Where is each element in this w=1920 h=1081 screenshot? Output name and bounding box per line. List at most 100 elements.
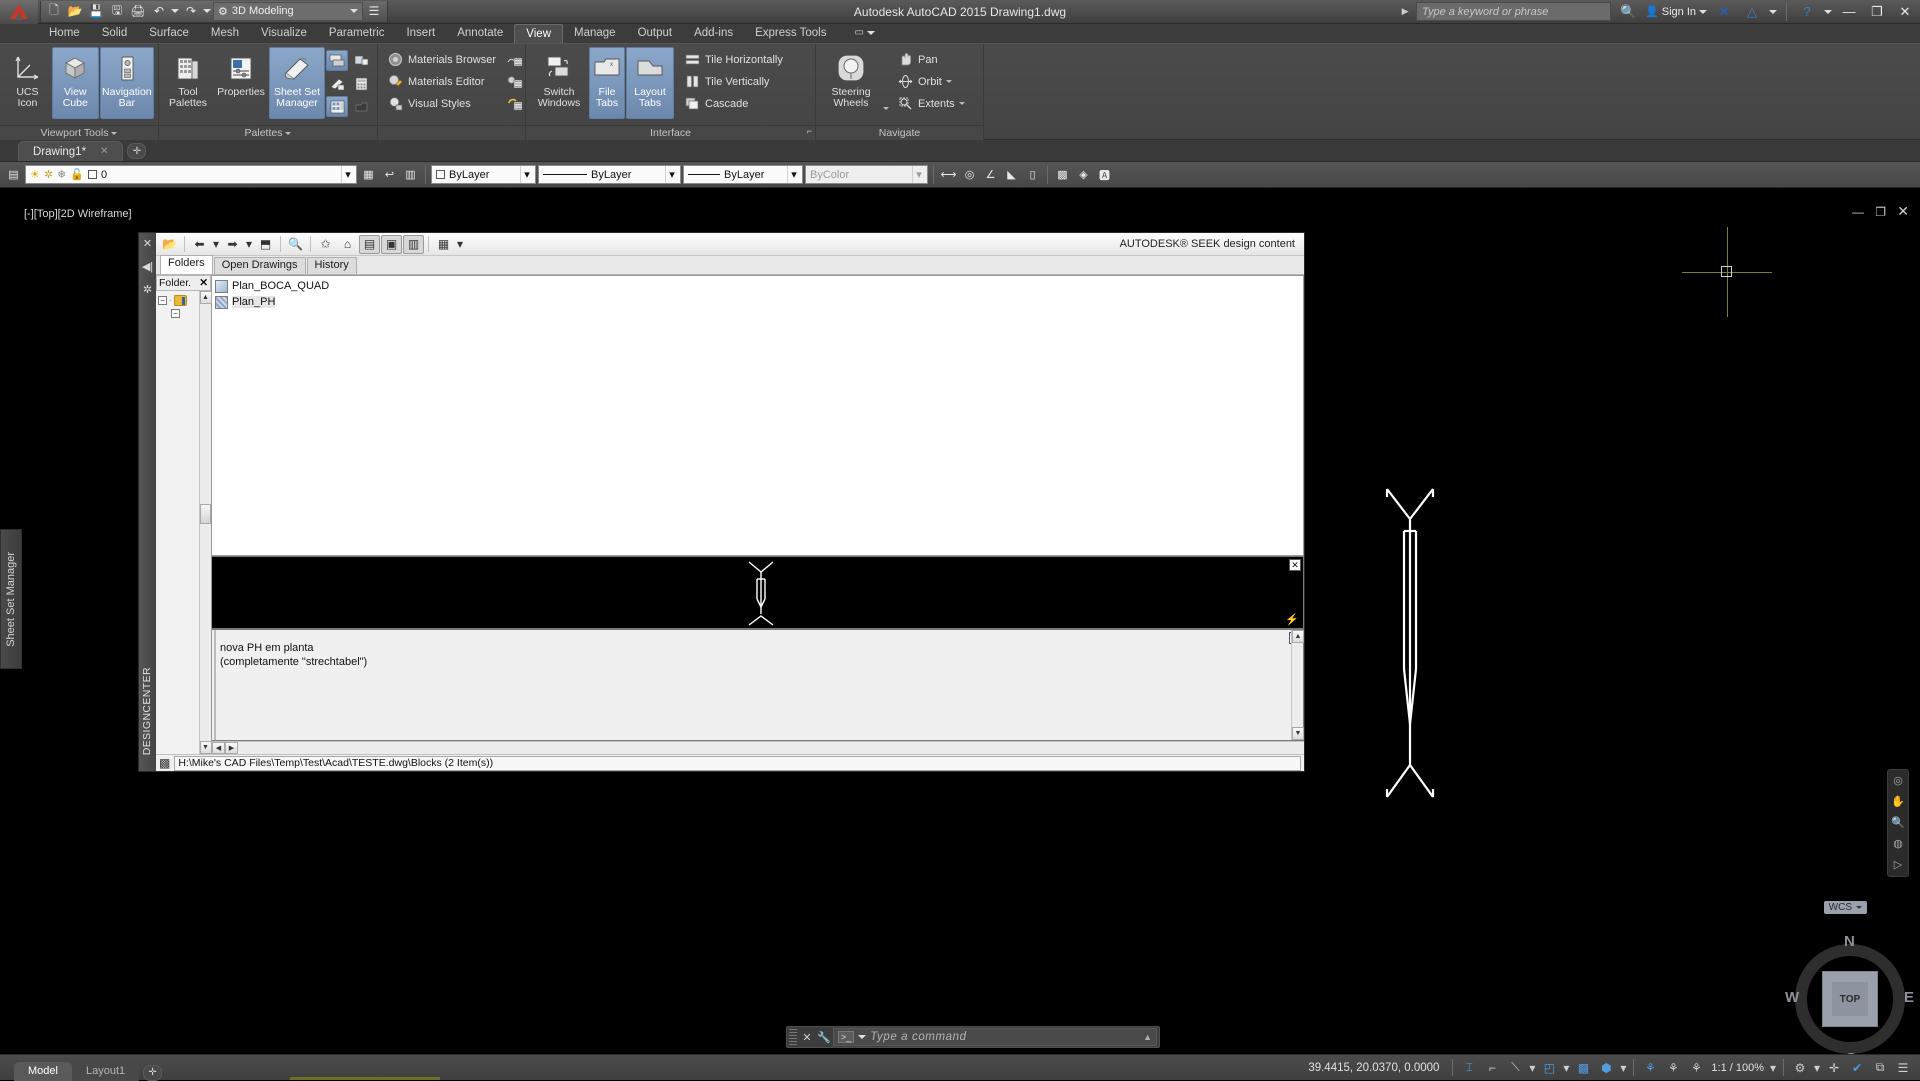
infer-constraints-icon[interactable]: ⌶ <box>1458 1057 1480 1079</box>
content-explorer-icon[interactable] <box>350 96 372 117</box>
close-icon[interactable]: ✕ <box>100 146 108 157</box>
chevron-down-icon[interactable] <box>1824 9 1832 14</box>
layout-tabs-button[interactable]: Layout Tabs <box>626 47 674 119</box>
view-cube-body[interactable]: TOP <box>1822 971 1878 1027</box>
tab-open-drawings[interactable]: Open Drawings <box>213 257 306 274</box>
designcenter-icon[interactable] <box>326 96 348 117</box>
tool-palettes-button[interactable]: Tool Palettes <box>163 47 213 119</box>
coordinates-display[interactable]: 39.4415, 20.0370, 0.0000 <box>1300 1062 1447 1074</box>
description-toggle-icon[interactable]: ▥ <box>403 234 424 254</box>
new-tab-button[interactable]: ✛ <box>127 143 147 159</box>
layer-properties-icon[interactable]: ▤ <box>4 165 23 185</box>
3d-object-snap-icon[interactable]: ⬢ <box>1595 1057 1617 1079</box>
forward-icon[interactable]: ➡ <box>222 235 243 254</box>
ribbon-tab-manage[interactable]: Manage <box>563 24 627 43</box>
object-snap-icon[interactable]: ▩ <box>1572 1057 1594 1079</box>
tab-history[interactable]: History <box>306 257 357 274</box>
dimension-update-icon[interactable]: ▯ <box>1023 165 1042 185</box>
viewport-minimize-icon[interactable]: — <box>1852 205 1864 219</box>
sun-status-icon[interactable] <box>504 93 526 114</box>
annotation-scale-value[interactable]: 1:1 / 100% <box>1708 1062 1767 1074</box>
scroll-right-button[interactable]: ▶ <box>225 742 238 754</box>
ribbon-tab-visualize[interactable]: Visualize <box>250 24 318 43</box>
view-cube[interactable]: N E S W TOP <box>1780 929 1920 1069</box>
close-icon[interactable]: ✕ <box>799 1031 815 1044</box>
layer-states-icon[interactable]: ▥ <box>401 165 420 185</box>
viewport-label[interactable]: [-][Top][2D Wireframe] <box>24 208 132 220</box>
cascade-button[interactable]: Cascade <box>681 93 788 114</box>
linear-dimension-icon[interactable]: ⟷ <box>939 165 958 185</box>
radius-dimension-icon[interactable]: ◎ <box>960 165 979 185</box>
favorites-icon[interactable]: ✩ <box>315 235 336 254</box>
undo-icon[interactable]: ↶ <box>149 2 169 21</box>
drag-handle[interactable] <box>789 1029 797 1045</box>
chevron-down-icon[interactable] <box>1769 9 1777 14</box>
view-cube-button[interactable]: View Cube <box>51 47 99 119</box>
panel-title-palettes[interactable]: Palettes <box>159 125 377 140</box>
freeze-icon[interactable]: ✲ <box>44 168 53 181</box>
search-icon[interactable]: 🔍 <box>1617 2 1639 22</box>
color-combo[interactable]: ByLayer ▾ <box>431 165 536 184</box>
compass-west-label[interactable]: W <box>1785 989 1799 1006</box>
ribbon-tab-home[interactable]: Home <box>38 24 91 43</box>
compass-north-label[interactable]: N <box>1844 933 1855 950</box>
chevron-up-icon[interactable]: ▲ <box>1143 1032 1152 1042</box>
ribbon-tab-solid[interactable]: Solid <box>91 24 139 43</box>
collapse-icon[interactable]: − <box>158 296 167 305</box>
panel-title-viewport-tools[interactable]: Viewport Tools <box>0 125 158 140</box>
ribbon-tab-parametric[interactable]: Parametric <box>318 24 396 43</box>
ribbon-tab-insert[interactable]: Insert <box>395 24 446 43</box>
chevron-down-icon[interactable] <box>945 80 952 83</box>
search-icon[interactable]: 🔍 <box>285 235 306 254</box>
steering-wheels-dropdown-icon[interactable] <box>883 107 889 110</box>
ucs-icon-button[interactable]: UCS Icon <box>4 47 51 119</box>
viewport-maximize-icon[interactable]: ❐ <box>1875 205 1886 219</box>
customize-icon[interactable]: 🔧 <box>815 1031 833 1044</box>
close-icon[interactable]: ✕ <box>1289 559 1301 571</box>
viewport-close-icon[interactable]: ✕ <box>1897 203 1909 220</box>
lock-icon[interactable]: 🔓 <box>70 168 84 181</box>
list-item[interactable]: Plan_PH <box>215 295 1303 309</box>
block-description-pane[interactable]: ✕ nova PH em planta (completamente "stre… <box>212 629 1304 741</box>
annotation-scale-icon[interactable]: 🅰 <box>1095 165 1114 185</box>
tree-node-child[interactable]: − <box>158 307 197 320</box>
switch-windows-button[interactable]: Switch Windows <box>530 47 588 119</box>
command-input[interactable]: >_ Type a command ▲ <box>833 1028 1157 1046</box>
properties-button[interactable]: Properties <box>214 47 268 119</box>
panel-dialog-launcher-icon[interactable]: ⌐ <box>807 124 812 139</box>
external-references-icon[interactable] <box>326 50 348 71</box>
workspace-selector[interactable]: ⚙ 3D Modeling <box>213 1 363 21</box>
render-presets-icon[interactable] <box>504 71 526 92</box>
new-layout-button[interactable]: ✛ <box>143 1064 163 1081</box>
views-dropdown-icon[interactable]: ▾ <box>455 235 465 254</box>
steering-wheels-button[interactable]: Steering Wheels <box>820 47 882 119</box>
exchange-apps-icon[interactable]: ✕ <box>1713 2 1735 22</box>
materials-browser-button[interactable]: Materials Browser <box>384 49 501 70</box>
compass-east-label[interactable]: E <box>1904 989 1914 1006</box>
full-navigation-wheel-icon[interactable]: ◎ <box>1893 774 1903 787</box>
palette-properties-icon[interactable]: ✲ <box>143 283 152 296</box>
chevron-down-icon[interactable]: ▾ <box>1812 1057 1822 1079</box>
chevron-down-icon[interactable]: ▾ <box>1768 1057 1778 1079</box>
command-line[interactable]: ✕ 🔧 >_ Type a command ▲ <box>786 1026 1160 1048</box>
ribbon-tab-express-tools[interactable]: Express Tools <box>744 24 837 43</box>
pan-button[interactable]: Pan <box>894 49 970 70</box>
lightbulb-icon[interactable]: ☀ <box>30 168 40 181</box>
autodesk-360-icon[interactable]: △ <box>1741 2 1763 22</box>
help-icon[interactable]: ? <box>1796 2 1818 22</box>
auto-hide-icon[interactable]: ◀| <box>142 260 153 273</box>
autoscale-icon[interactable]: ⚘ <box>1662 1057 1684 1079</box>
home-icon[interactable]: ⌂ <box>337 235 358 254</box>
tile-vertically-button[interactable]: Tile Vertically <box>681 71 788 92</box>
ortho-mode-icon[interactable]: ⟍ <box>1504 1057 1526 1079</box>
customization-menu-icon[interactable]: ☰ <box>1892 1057 1914 1079</box>
render-environment-icon[interactable] <box>504 49 526 70</box>
chevron-down-icon[interactable]: ▾ <box>1527 1057 1537 1079</box>
close-icon[interactable]: ✕ <box>199 277 208 289</box>
block-list[interactable]: Plan_BOCA_QUAD Plan_PH <box>212 275 1304 556</box>
freeze-vp-icon[interactable]: ❄ <box>57 168 66 181</box>
up-icon[interactable]: ⬒ <box>255 235 276 254</box>
ribbon-tab-surface[interactable]: Surface <box>138 24 200 43</box>
plot-icon[interactable]: 🖨 <box>128 2 148 21</box>
search-input[interactable]: Type a keyword or phrase <box>1416 2 1612 21</box>
